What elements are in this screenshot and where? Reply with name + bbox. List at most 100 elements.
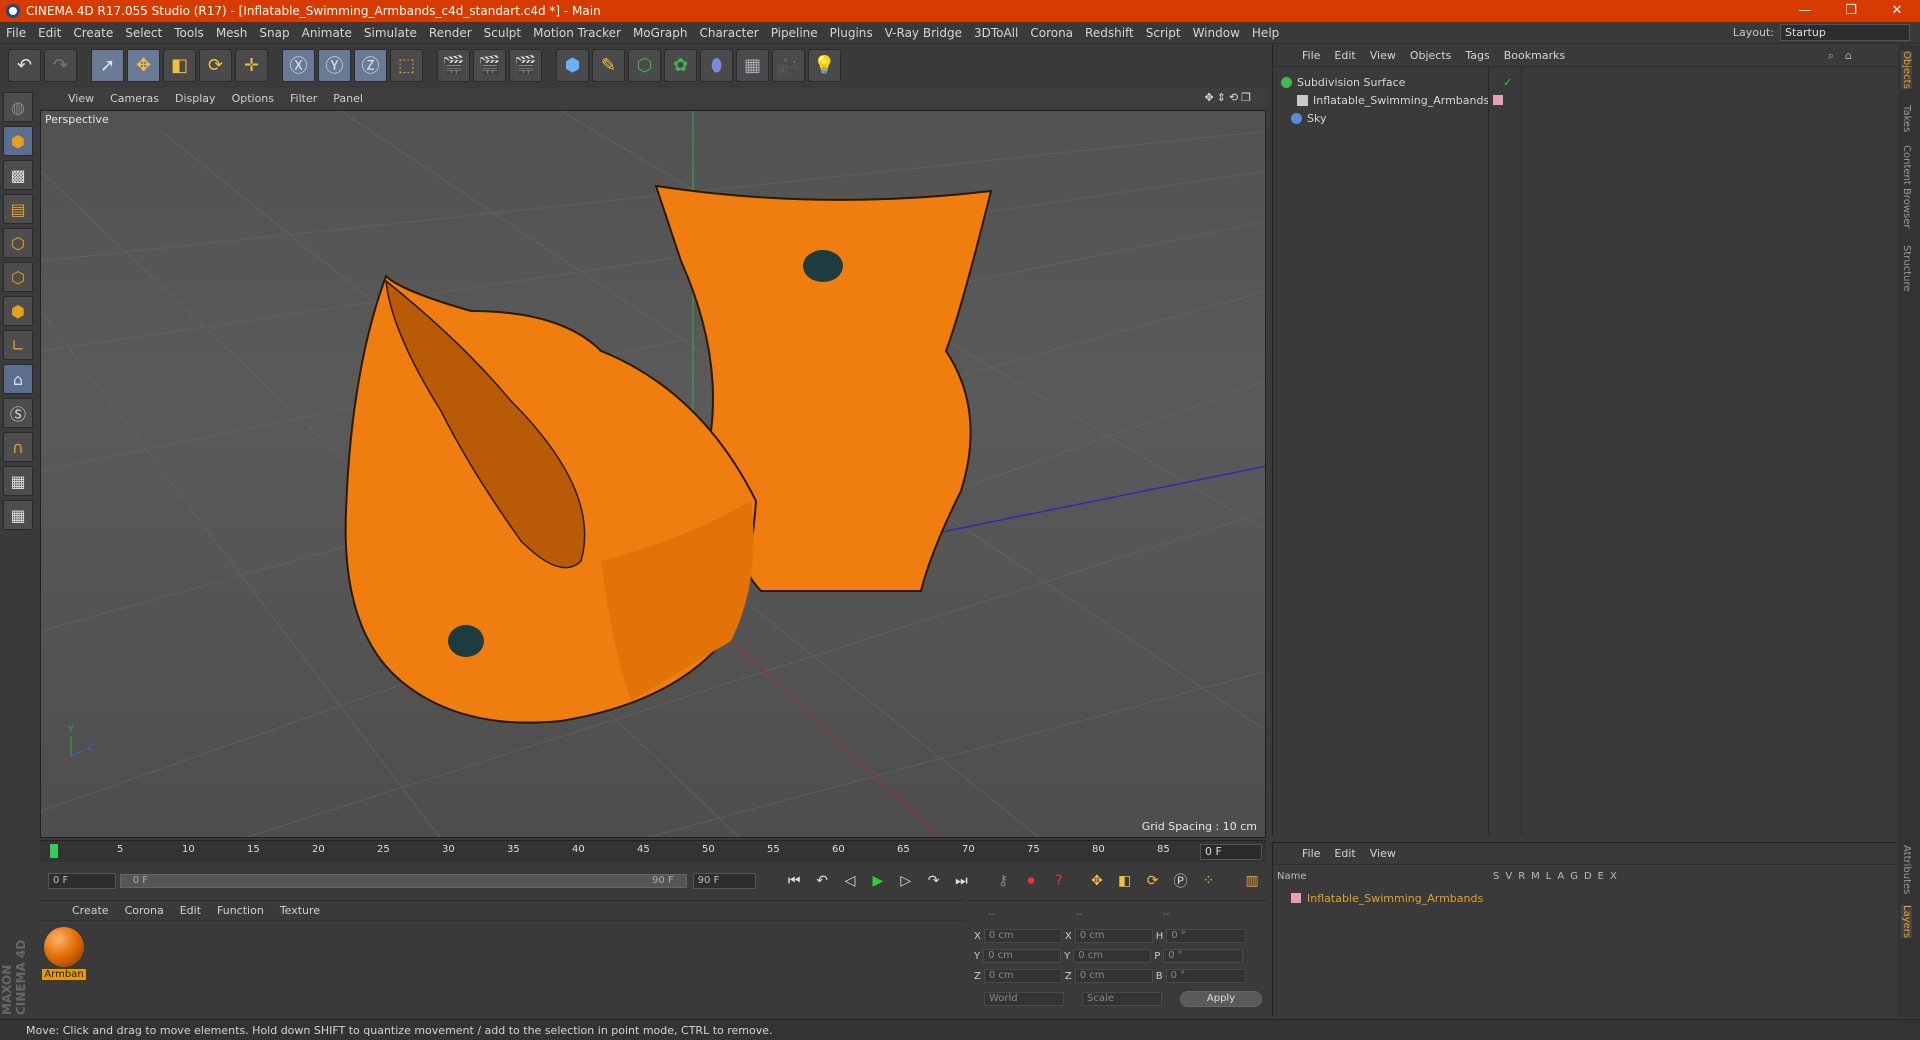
play-button[interactable]: ▶ (866, 869, 890, 893)
material-tag-icon[interactable] (1493, 95, 1503, 105)
tab-takes[interactable]: Takes (1901, 105, 1912, 132)
edges-mode-button[interactable]: ⬡ (3, 262, 33, 292)
menu-corona[interactable]: Corona (1024, 26, 1079, 40)
objects-menu-objects[interactable]: Objects (1403, 49, 1459, 62)
minimize-button[interactable]: — (1782, 0, 1828, 22)
object-row-armbands[interactable]: Inflatable_Swimming_Armbands (1273, 91, 1898, 109)
motion-record-button[interactable]: ⚷ (991, 869, 1015, 893)
timeline-ruler[interactable]: 051015202530354045505560657075808590 0 F (40, 840, 1266, 862)
key-pla-button[interactable]: ⁘ (1196, 869, 1220, 893)
layer-menu-view[interactable]: View (1363, 847, 1403, 860)
lock-workplane-button[interactable]: ▦ (3, 466, 33, 496)
y-axis-button[interactable]: Ⓨ (318, 48, 351, 82)
menu-create[interactable]: Create (67, 26, 119, 40)
menu-edit[interactable]: Edit (32, 26, 67, 40)
perspective-viewport[interactable]: Y Z Perspective Grid Spacing : 10 cm (40, 110, 1266, 838)
size-mode-select[interactable]: Scale (1082, 992, 1162, 1006)
menu-mograph[interactable]: MoGraph (627, 26, 694, 40)
previous-frame-button[interactable]: ◁ (838, 869, 862, 893)
menu-select[interactable]: Select (119, 26, 168, 40)
workplane-mode-button[interactable]: ▤ (3, 194, 33, 224)
material-menu-texture[interactable]: Texture (272, 904, 328, 917)
menu-animate[interactable]: Animate (296, 26, 358, 40)
layer-menu-edit[interactable]: Edit (1327, 847, 1362, 860)
layer-row[interactable]: Inflatable_Swimming_Armbands (1273, 889, 1898, 907)
next-frame-button[interactable]: ▷ (894, 869, 918, 893)
autokey-button[interactable]: ? (1047, 869, 1071, 893)
coordinate-mode-select[interactable]: World (984, 992, 1064, 1006)
polygons-mode-button[interactable]: ⬢ (3, 296, 33, 326)
frame-range-slider[interactable]: 0 F 90 F (119, 874, 687, 888)
material-menu-create[interactable]: Create (64, 904, 117, 917)
material-menu-corona[interactable]: Corona (117, 904, 172, 917)
previous-key-button[interactable]: ↶ (810, 869, 834, 893)
menu-pipeline[interactable]: Pipeline (765, 26, 824, 40)
apply-button[interactable]: Apply (1180, 991, 1262, 1007)
tab-content-browser[interactable]: Content Browser (1901, 145, 1912, 228)
size-z-field[interactable]: 0 cm (1074, 969, 1153, 983)
objects-menu-file[interactable]: File (1295, 49, 1327, 62)
live-selection-button[interactable]: ➚ (91, 48, 124, 82)
render-picture-viewer-button[interactable]: 🎬 (473, 48, 506, 82)
maximize-button[interactable]: ❐ (1828, 0, 1874, 22)
layout-select[interactable]: Startup (1780, 24, 1910, 41)
menu-vray-bridge[interactable]: V-Ray Bridge (879, 26, 968, 40)
timeline-window-button[interactable]: ▥ (1240, 869, 1264, 893)
add-cube-button[interactable]: ⬢ (556, 48, 589, 82)
position-y-field[interactable]: 0 cm (983, 949, 1062, 963)
current-frame-field[interactable]: 0 F (1200, 844, 1262, 860)
rotation-p-field[interactable]: 0 ° (1163, 949, 1244, 963)
viewport-menu-panel[interactable]: Panel (325, 92, 371, 105)
axis-mode-button[interactable]: ∟ (3, 330, 33, 360)
menu-motion-tracker[interactable]: Motion Tracker (527, 26, 627, 40)
undo-button[interactable]: ↶ (8, 48, 41, 82)
menu-sculpt[interactable]: Sculpt (478, 26, 527, 40)
add-cloner-button[interactable]: ✿ (664, 48, 697, 82)
render-view-button[interactable]: 🎬 (437, 48, 470, 82)
objects-menu-edit[interactable]: Edit (1327, 49, 1362, 62)
size-x-field[interactable]: 0 cm (1074, 929, 1153, 943)
menu-window[interactable]: Window (1187, 26, 1246, 40)
position-z-field[interactable]: 0 cm (983, 969, 1062, 983)
menu-3dtoall[interactable]: 3DToAll (968, 26, 1024, 40)
menu-simulate[interactable]: Simulate (358, 26, 423, 40)
key-position-button[interactable]: ✥ (1085, 869, 1109, 893)
tweak-mode-button[interactable]: ⌂ (3, 364, 33, 394)
planar-workplane-button[interactable]: ▦ (3, 500, 33, 530)
viewport-menu-view[interactable]: View (60, 92, 102, 105)
go-to-start-button[interactable]: ⏮ (782, 869, 806, 893)
object-row-subdivision[interactable]: Subdivision Surface ✓ (1273, 73, 1898, 91)
add-camera-button[interactable]: 🎥 (772, 48, 805, 82)
render-settings-button[interactable]: 🎬 (509, 48, 542, 82)
menu-mesh[interactable]: Mesh (210, 26, 254, 40)
key-rotation-button[interactable]: ⟳ (1141, 869, 1165, 893)
model-mode-button[interactable]: ⬢ (3, 126, 33, 156)
objects-menu-bookmarks[interactable]: Bookmarks (1497, 49, 1572, 62)
menu-help[interactable]: Help (1246, 26, 1285, 40)
record-button[interactable]: ⏺ (1019, 869, 1043, 893)
snap-button[interactable]: Ⓢ (3, 398, 33, 428)
home-icon[interactable]: ⌂ (1838, 49, 1859, 62)
viewport-menu-options[interactable]: Options (224, 92, 282, 105)
menu-render[interactable]: Render (423, 26, 478, 40)
size-y-field[interactable]: 0 cm (1073, 949, 1152, 963)
layer-color-swatch[interactable] (1291, 893, 1301, 903)
add-light-button[interactable]: 💡 (808, 48, 841, 82)
go-to-end-button[interactable]: ⏭ (950, 869, 974, 893)
tab-objects[interactable]: Objects (1901, 51, 1912, 89)
magnet-button[interactable]: ∩ (3, 432, 33, 462)
viewport-menu-filter[interactable]: Filter (282, 92, 325, 105)
menu-character[interactable]: Character (693, 26, 764, 40)
scale-tool-button[interactable]: ◧ (163, 48, 196, 82)
object-row-sky[interactable]: Sky (1273, 109, 1898, 127)
rotation-b-field[interactable]: 0 ° (1165, 969, 1246, 983)
next-key-button[interactable]: ↷ (922, 869, 946, 893)
rotation-h-field[interactable]: 0 ° (1166, 929, 1247, 943)
menu-redshift[interactable]: Redshift (1079, 26, 1140, 40)
objects-menu-view[interactable]: View (1363, 49, 1403, 62)
material-menu-edit[interactable]: Edit (172, 904, 209, 917)
move-tool-button[interactable]: ✥ (127, 48, 160, 82)
material-menu-function[interactable]: Function (209, 904, 272, 917)
add-pen-button[interactable]: ✎ (592, 48, 625, 82)
material-swatch[interactable]: Armban (42, 927, 86, 980)
